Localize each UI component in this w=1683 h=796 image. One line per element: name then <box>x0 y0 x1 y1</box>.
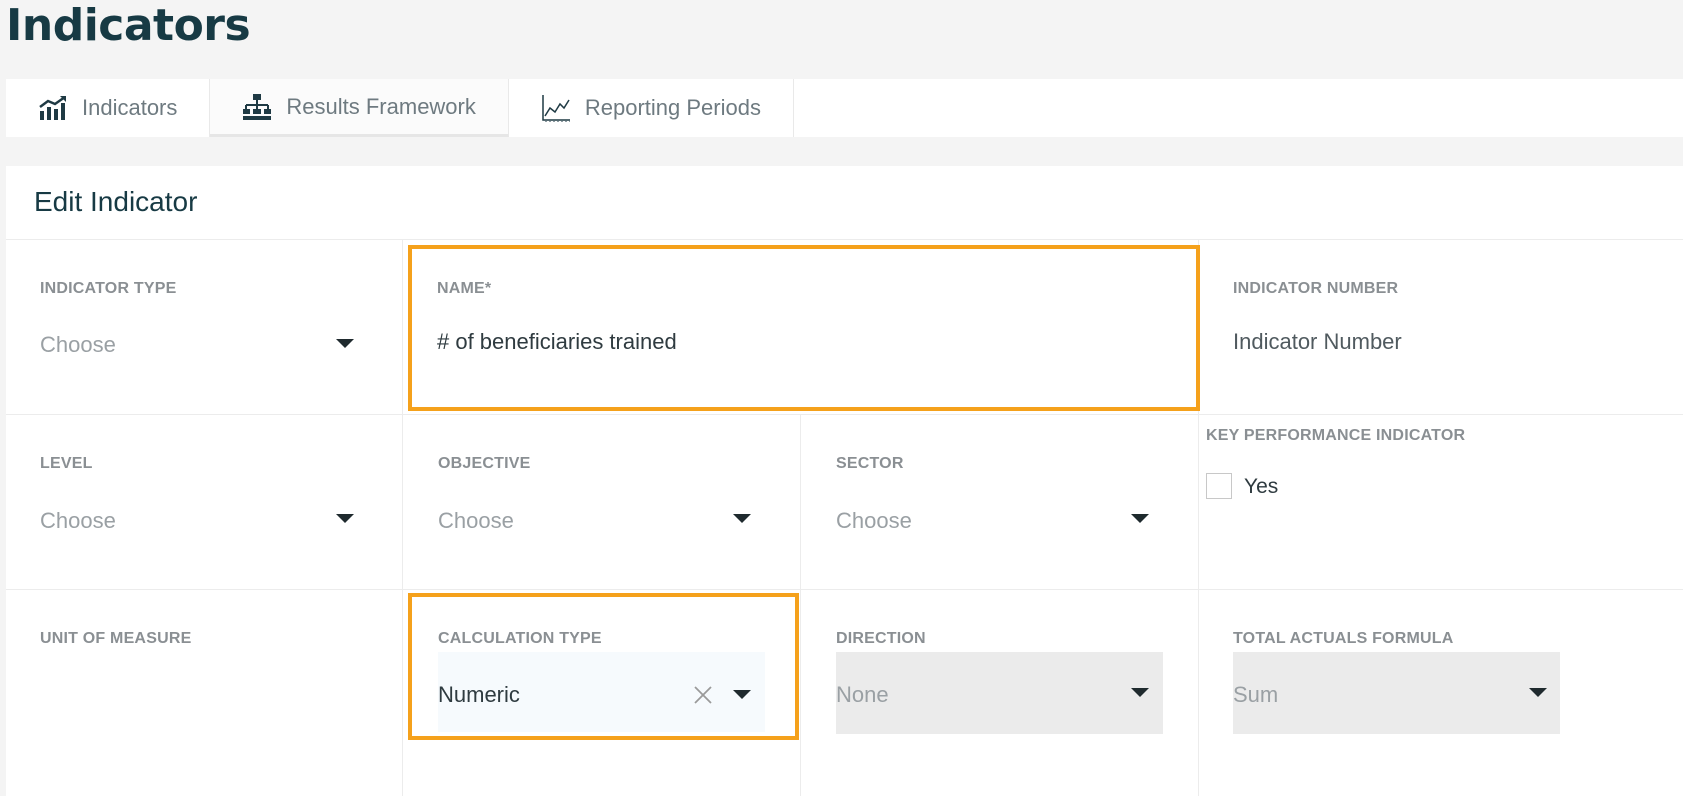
total-actuals-formula-select[interactable] <box>1233 652 1560 734</box>
tab-indicators[interactable]: Indicators <box>6 79 211 137</box>
tab-reporting-periods[interactable]: Reporting Periods <box>509 79 794 137</box>
indicator-type-select[interactable]: Choose <box>40 332 116 358</box>
chevron-down-icon[interactable] <box>733 514 751 523</box>
chevron-down-icon[interactable] <box>733 690 751 699</box>
edit-indicator-panel: Edit Indicator INDICATOR TYPE Choose NAM… <box>6 166 1683 796</box>
chart-up-icon <box>38 95 68 121</box>
calculation-type-field[interactable]: CALCULATION TYPE Numeric <box>412 597 795 736</box>
level-select[interactable]: Choose <box>40 508 116 534</box>
chevron-down-icon[interactable] <box>1529 688 1547 697</box>
kpi-checkbox[interactable] <box>1206 473 1232 499</box>
tab-label: Indicators <box>82 95 178 120</box>
kpi-option-label: Yes <box>1244 475 1279 498</box>
level-field[interactable]: LEVEL Choose <box>6 415 402 589</box>
name-input[interactable]: # of beneficiaries trained <box>437 329 677 355</box>
indicator-number-field[interactable]: INDICATOR NUMBER Indicator Number <box>1199 240 1683 414</box>
objective-select[interactable]: Choose <box>438 508 514 534</box>
field-label: INDICATOR NUMBER <box>1233 280 1399 297</box>
chevron-down-icon[interactable] <box>336 514 354 523</box>
field-label: KEY PERFORMANCE INDICATOR <box>1206 427 1466 444</box>
tab-results-framework[interactable]: Results Framework <box>210 79 509 137</box>
panel-title: Edit Indicator <box>34 186 198 217</box>
field-label: UNIT OF MEASURE <box>40 630 192 647</box>
name-field[interactable]: NAME* # of beneficiaries trained <box>416 250 1196 410</box>
total-actuals-formula-field[interactable]: TOTAL ACTUALS FORMULA Sum <box>1199 590 1683 796</box>
direction-field[interactable]: DIRECTION None <box>801 590 1198 796</box>
unit-of-measure-field[interactable]: UNIT OF MEASURE <box>6 590 402 796</box>
field-label: LEVEL <box>40 455 93 472</box>
hierarchy-icon <box>242 93 272 121</box>
field-label: TOTAL ACTUALS FORMULA <box>1233 630 1454 647</box>
clear-icon[interactable] <box>693 685 713 705</box>
sector-select[interactable]: Choose <box>836 508 912 534</box>
total-actuals-formula-value: Sum <box>1233 682 1279 707</box>
tab-label: Reporting Periods <box>584 95 761 120</box>
indicator-number-input[interactable]: Indicator Number <box>1233 329 1402 355</box>
line-chart-icon <box>541 94 571 122</box>
field-label: INDICATOR TYPE <box>40 280 177 297</box>
tab-bar: Indicators Results Framework Reporting P… <box>6 79 1683 137</box>
field-label: SECTOR <box>836 455 904 472</box>
field-label: DIRECTION <box>836 630 926 647</box>
field-label: OBJECTIVE <box>438 455 531 472</box>
direction-value: None <box>836 682 889 707</box>
page-title: Indicators <box>6 0 251 51</box>
chevron-down-icon[interactable] <box>1131 514 1149 523</box>
chevron-down-icon[interactable] <box>1131 688 1149 697</box>
kpi-field: KEY PERFORMANCE INDICATOR Yes <box>1199 415 1683 589</box>
field-label: NAME* <box>437 280 492 297</box>
calculation-type-value: Numeric <box>438 682 520 707</box>
indicator-type-field[interactable]: INDICATOR TYPE Choose <box>6 240 402 414</box>
sector-field[interactable]: SECTOR Choose <box>801 415 1198 589</box>
field-label: CALCULATION TYPE <box>438 630 602 647</box>
tab-label: Results Framework <box>286 93 476 119</box>
objective-field[interactable]: OBJECTIVE Choose <box>403 415 800 589</box>
chevron-down-icon[interactable] <box>336 339 354 348</box>
